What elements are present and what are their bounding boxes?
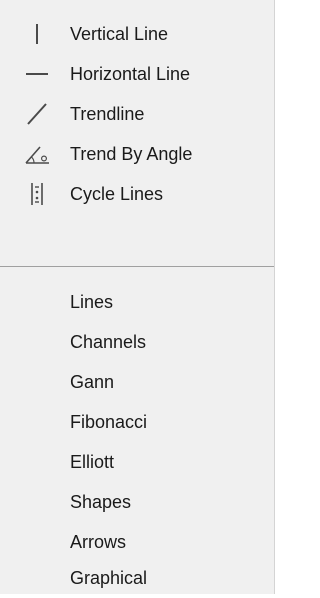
menu-item-shapes[interactable]: Shapes	[0, 482, 274, 522]
menu-item-horizontal-line[interactable]: Horizontal Line	[0, 54, 274, 94]
cycle-lines-icon	[22, 179, 52, 209]
menu-item-label: Trend By Angle	[70, 143, 193, 164]
menu-item-elliott[interactable]: Elliott	[0, 442, 274, 482]
menu-item-label: Shapes	[70, 491, 132, 512]
menu-item-trend-by-angle[interactable]: Trend By Angle	[0, 134, 274, 174]
menu-item-arrows[interactable]: Arrows	[0, 522, 274, 562]
menu-item-label: Fibonacci	[70, 411, 148, 432]
menu-item-label: Gann	[70, 371, 115, 392]
menu-item-label: Vertical Line	[70, 23, 169, 44]
menu-separator	[0, 266, 274, 267]
horizontal-line-icon	[22, 59, 52, 89]
trendline-icon	[22, 99, 52, 129]
menu-item-lines[interactable]: Lines	[0, 282, 274, 322]
vertical-line-icon	[22, 19, 52, 49]
menu-item-cycle-lines[interactable]: Cycle Lines	[0, 174, 274, 214]
menu-item-label: Horizontal Line	[70, 63, 191, 84]
menu-item-label: Trendline	[70, 103, 145, 124]
menu-item-label: Cycle Lines	[70, 183, 164, 204]
menu-item-gann[interactable]: Gann	[0, 362, 274, 402]
menu-item-fibonacci[interactable]: Fibonacci	[0, 402, 274, 442]
menu-item-label: Lines	[70, 291, 114, 312]
menu-item-label: Graphical	[70, 567, 148, 588]
menu-item-graphical[interactable]: Graphical	[0, 558, 274, 598]
menu-item-channels[interactable]: Channels	[0, 322, 274, 362]
menu-item-label: Channels	[70, 331, 147, 352]
menu-item-trendline[interactable]: Trendline	[0, 94, 274, 134]
menu-item-label: Arrows	[70, 531, 127, 552]
trend-by-angle-icon	[22, 139, 52, 169]
menu-item-label: Elliott	[70, 451, 115, 472]
drawing-tools-menu: Vertical Line Horizontal Line Trendline …	[0, 0, 275, 594]
menu-item-vertical-line[interactable]: Vertical Line	[0, 14, 274, 54]
